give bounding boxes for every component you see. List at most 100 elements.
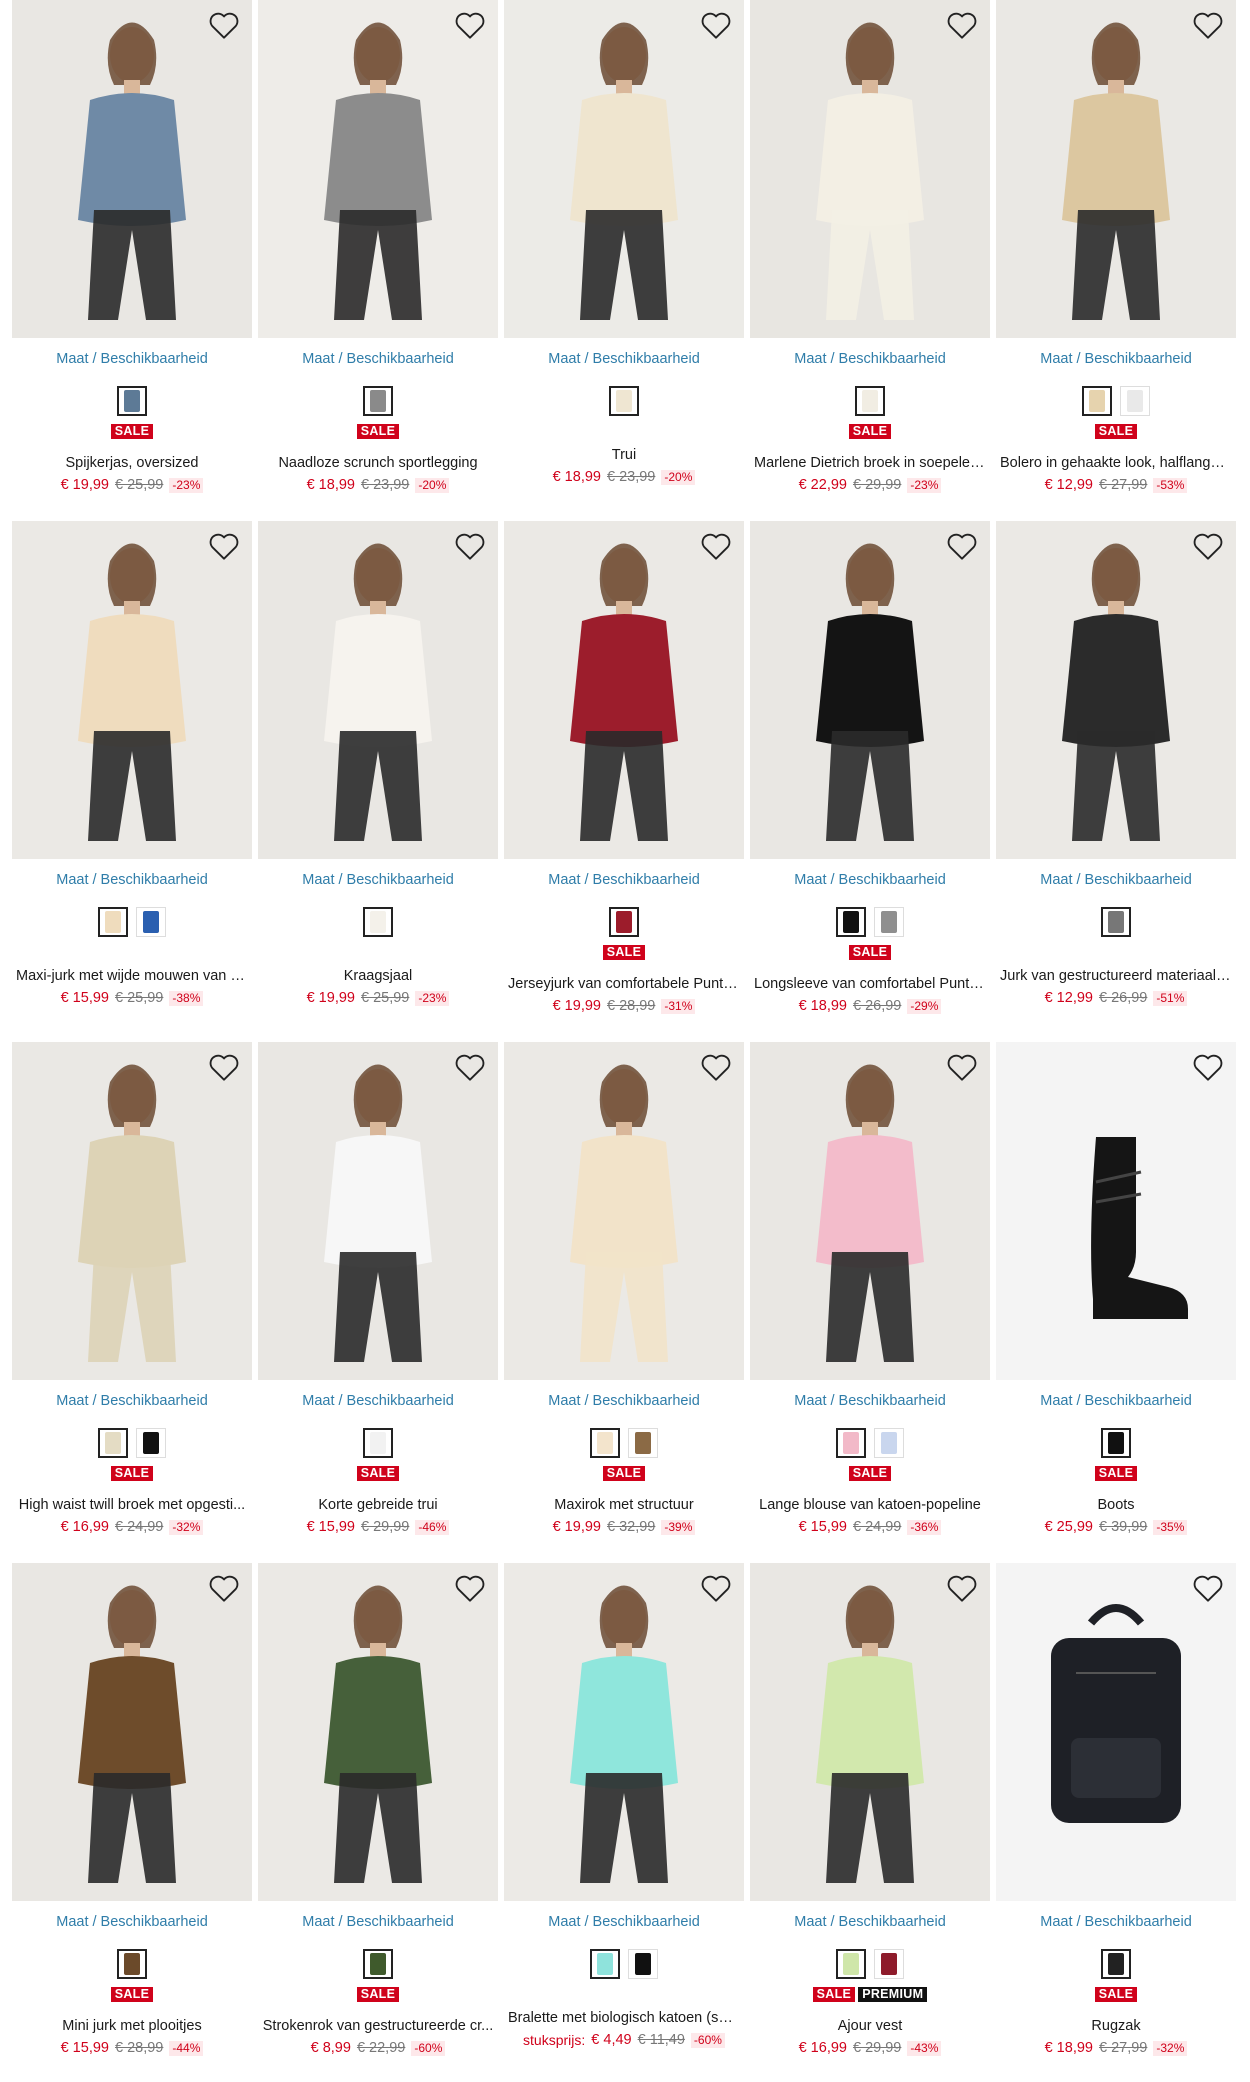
product-card[interactable]: Maat / Beschikbaarheid SALE Korte gebrei…: [258, 1042, 498, 1563]
product-card[interactable]: Maat / Beschikbaarheid Jurk van gestruct…: [996, 521, 1236, 1042]
product-title[interactable]: Spijkerjas, oversized: [12, 455, 252, 473]
color-swatch[interactable]: [1101, 907, 1131, 937]
product-image[interactable]: [12, 0, 252, 338]
color-swatch[interactable]: [590, 1949, 620, 1979]
product-card[interactable]: Maat / Beschikbaarheid SALE PREMIUM Ajour…: [750, 1563, 990, 2082]
color-swatch[interactable]: [363, 1428, 393, 1458]
color-swatch[interactable]: [874, 907, 904, 937]
product-card[interactable]: Maat / Beschikbaarheid SALE Marlene Diet…: [750, 0, 990, 521]
product-title[interactable]: Marlene Dietrich broek in soepele ...: [750, 455, 990, 473]
wishlist-heart-button[interactable]: [1192, 10, 1224, 40]
product-image[interactable]: [504, 0, 744, 338]
color-swatch[interactable]: [136, 1428, 166, 1458]
wishlist-heart-button[interactable]: [700, 10, 732, 40]
product-image[interactable]: [996, 1042, 1236, 1380]
size-availability-link[interactable]: Maat / Beschikbaarheid: [258, 1393, 498, 1411]
wishlist-heart-button[interactable]: [454, 1573, 486, 1603]
product-card[interactable]: Maat / Beschikbaarheid SALE Naadloze scr…: [258, 0, 498, 521]
wishlist-heart-button[interactable]: [208, 1573, 240, 1603]
color-swatch[interactable]: [628, 1949, 658, 1979]
product-title[interactable]: Lange blouse van katoen-popeline: [750, 1497, 990, 1515]
product-image[interactable]: [12, 521, 252, 859]
color-swatch[interactable]: [136, 907, 166, 937]
color-swatch[interactable]: [363, 1949, 393, 1979]
size-availability-link[interactable]: Maat / Beschikbaarheid: [750, 1914, 990, 1932]
size-availability-link[interactable]: Maat / Beschikbaarheid: [996, 351, 1236, 369]
product-card[interactable]: Maat / Beschikbaarheid SALE Mini jurk me…: [12, 1563, 252, 2082]
product-card[interactable]: Maat / Beschikbaarheid SALE Strokenrok v…: [258, 1563, 498, 2082]
product-title[interactable]: Rugzak: [996, 2018, 1236, 2036]
size-availability-link[interactable]: Maat / Beschikbaarheid: [12, 1393, 252, 1411]
wishlist-heart-button[interactable]: [208, 1052, 240, 1082]
product-title[interactable]: Ajour vest: [750, 2018, 990, 2036]
wishlist-heart-button[interactable]: [700, 1052, 732, 1082]
product-card[interactable]: Maat / Beschikbaarheid Maxi-jurk met wij…: [12, 521, 252, 1042]
product-image[interactable]: [750, 521, 990, 859]
color-swatch[interactable]: [117, 386, 147, 416]
product-image[interactable]: [996, 0, 1236, 338]
product-image[interactable]: [12, 1042, 252, 1380]
product-card[interactable]: Maat / Beschikbaarheid SALE Spijkerjas, …: [12, 0, 252, 521]
color-swatch[interactable]: [363, 907, 393, 937]
product-card[interactable]: Maat / Beschikbaarheid SALE Boots € 25,9…: [996, 1042, 1236, 1563]
product-card[interactable]: Maat / Beschikbaarheid SALE Longsleeve v…: [750, 521, 990, 1042]
wishlist-heart-button[interactable]: [946, 531, 978, 561]
product-card[interactable]: Maat / Beschikbaarheid Trui € 18,99 € 23,…: [504, 0, 744, 521]
size-availability-link[interactable]: Maat / Beschikbaarheid: [750, 1393, 990, 1411]
wishlist-heart-button[interactable]: [1192, 1573, 1224, 1603]
color-swatch[interactable]: [836, 1949, 866, 1979]
product-card[interactable]: Maat / Beschikbaarheid Kraagsjaal € 19,9…: [258, 521, 498, 1042]
color-swatch[interactable]: [836, 907, 866, 937]
size-availability-link[interactable]: Maat / Beschikbaarheid: [258, 1914, 498, 1932]
product-title[interactable]: Longsleeve van comfortabel Punto ...: [750, 976, 990, 994]
size-availability-link[interactable]: Maat / Beschikbaarheid: [504, 351, 744, 369]
size-availability-link[interactable]: Maat / Beschikbaarheid: [12, 872, 252, 890]
wishlist-heart-button[interactable]: [208, 531, 240, 561]
product-image[interactable]: [258, 1563, 498, 1901]
wishlist-heart-button[interactable]: [946, 10, 978, 40]
color-swatch[interactable]: [98, 1428, 128, 1458]
product-image[interactable]: [996, 521, 1236, 859]
color-swatch[interactable]: [1082, 386, 1112, 416]
color-swatch[interactable]: [836, 1428, 866, 1458]
size-availability-link[interactable]: Maat / Beschikbaarheid: [750, 872, 990, 890]
product-card[interactable]: Maat / Beschikbaarheid SALE Jerseyjurk v…: [504, 521, 744, 1042]
color-swatch[interactable]: [628, 1428, 658, 1458]
product-title[interactable]: Maxi-jurk met wijde mouwen van st...: [12, 968, 252, 986]
product-title[interactable]: Boots: [996, 1497, 1236, 1515]
product-image[interactable]: [750, 1563, 990, 1901]
product-card[interactable]: Maat / Beschikbaarheid SALE Lange blouse…: [750, 1042, 990, 1563]
product-image[interactable]: [258, 1042, 498, 1380]
product-card[interactable]: Maat / Beschikbaarheid SALE Bolero in ge…: [996, 0, 1236, 521]
product-card[interactable]: Maat / Beschikbaarheid SALE Maxirok met …: [504, 1042, 744, 1563]
color-swatch[interactable]: [1101, 1949, 1131, 1979]
product-title[interactable]: Mini jurk met plooitjes: [12, 2018, 252, 2036]
product-image[interactable]: [12, 1563, 252, 1901]
product-title[interactable]: Maxirok met structuur: [504, 1497, 744, 1515]
product-title[interactable]: Jurk van gestructureerd materiaal ...: [996, 968, 1236, 986]
product-image[interactable]: [258, 0, 498, 338]
product-title[interactable]: Jerseyjurk van comfortabele Punto...: [504, 976, 744, 994]
color-swatch[interactable]: [874, 1428, 904, 1458]
product-card[interactable]: Maat / Beschikbaarheid SALE Rugzak € 18,…: [996, 1563, 1236, 2082]
product-image[interactable]: [750, 1042, 990, 1380]
wishlist-heart-button[interactable]: [208, 10, 240, 40]
product-image[interactable]: [504, 521, 744, 859]
product-title[interactable]: Strokenrok van gestructureerde cr...: [258, 2018, 498, 2036]
product-title[interactable]: Bralette met biologisch katoen (set...: [504, 2010, 744, 2028]
color-swatch[interactable]: [117, 1949, 147, 1979]
product-title[interactable]: Kraagsjaal: [258, 968, 498, 986]
wishlist-heart-button[interactable]: [946, 1573, 978, 1603]
wishlist-heart-button[interactable]: [700, 531, 732, 561]
product-title[interactable]: Bolero in gehaakte look, halflange ...: [996, 455, 1236, 473]
product-card[interactable]: Maat / Beschikbaarheid SALE High waist t…: [12, 1042, 252, 1563]
product-card[interactable]: Maat / Beschikbaarheid Bralette met biol…: [504, 1563, 744, 2082]
color-swatch[interactable]: [855, 386, 885, 416]
color-swatch[interactable]: [609, 386, 639, 416]
wishlist-heart-button[interactable]: [454, 1052, 486, 1082]
size-availability-link[interactable]: Maat / Beschikbaarheid: [504, 1914, 744, 1932]
size-availability-link[interactable]: Maat / Beschikbaarheid: [12, 1914, 252, 1932]
size-availability-link[interactable]: Maat / Beschikbaarheid: [996, 872, 1236, 890]
color-swatch[interactable]: [874, 1949, 904, 1979]
wishlist-heart-button[interactable]: [454, 10, 486, 40]
